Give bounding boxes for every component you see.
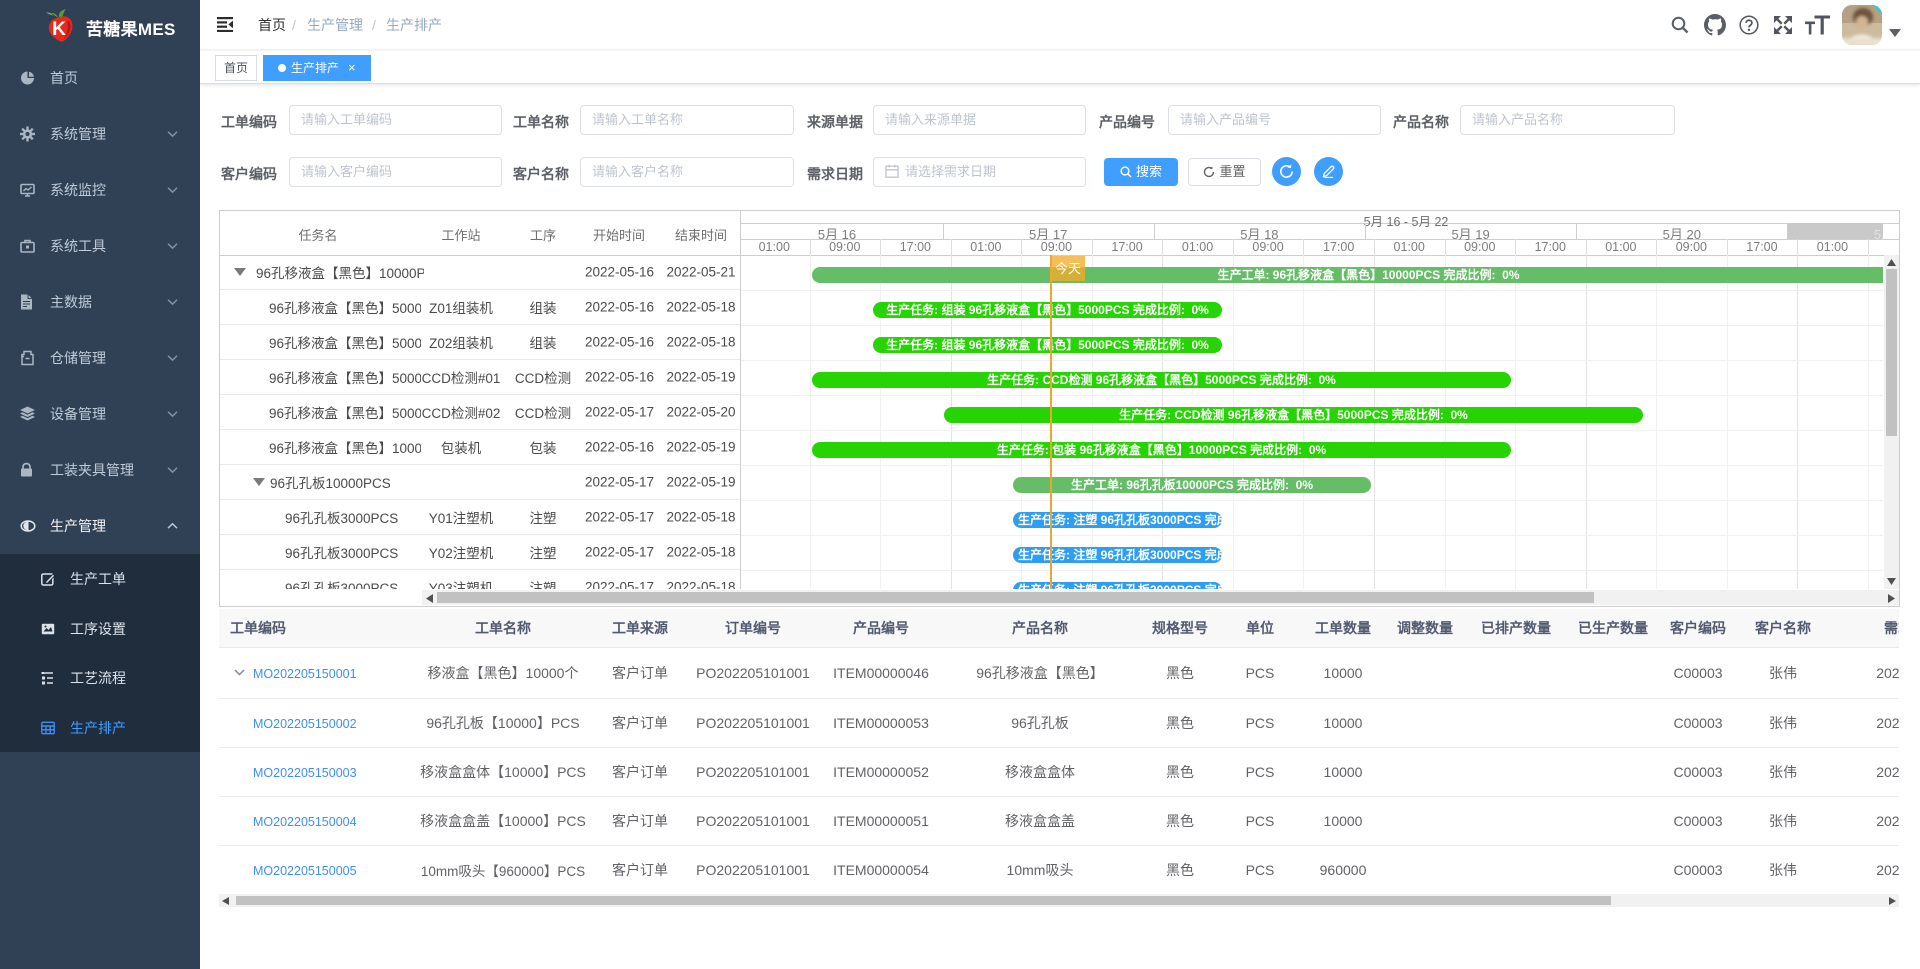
svg-text:K: K	[52, 19, 66, 40]
